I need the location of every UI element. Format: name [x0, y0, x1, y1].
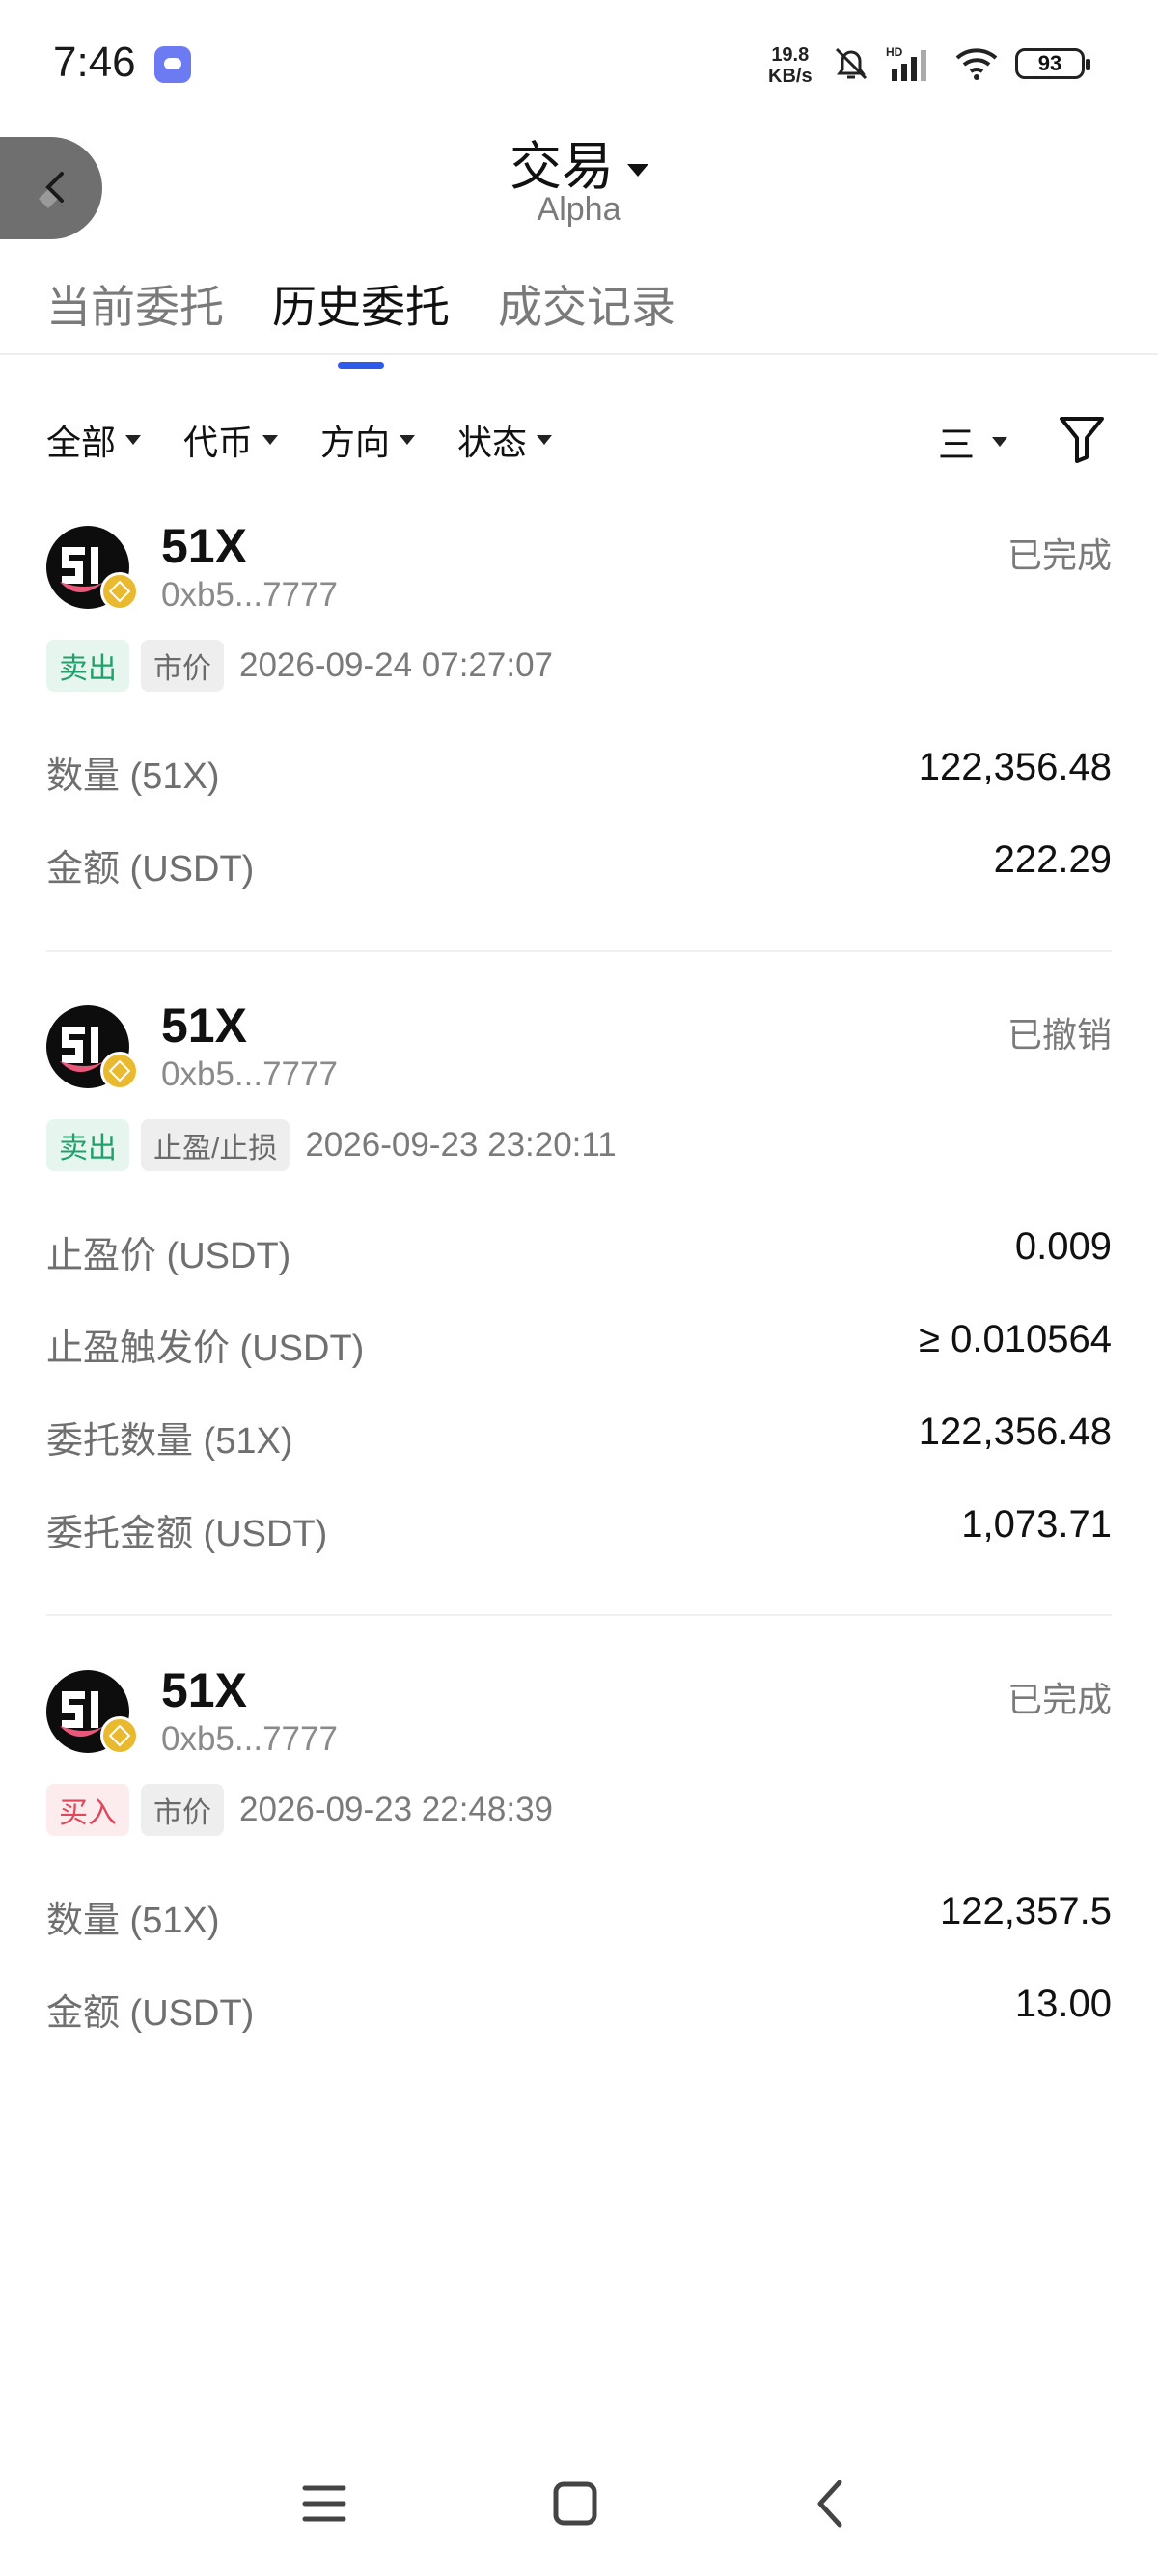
- status-icons: HD 93: [832, 44, 1090, 83]
- filter-label: 方向: [320, 423, 391, 462]
- caret-down-icon: [992, 436, 1008, 447]
- system-nav-bar: [0, 2465, 1158, 2542]
- order-tags: 卖出 市价 2026-09-24 07:27:07: [46, 640, 553, 692]
- side-tag: 卖出: [46, 1119, 129, 1171]
- detail-value: 13.00: [1014, 1983, 1112, 2025]
- page-title[interactable]: 交易: [0, 123, 1158, 200]
- mute-bell-icon: [835, 47, 868, 80]
- order-tags: 卖出 止盈/止损 2026-09-23 23:20:11: [46, 1119, 617, 1171]
- detail-row: 数量 (51X) 122,356.48: [46, 746, 1112, 799]
- token-address: 0xb5...7777: [161, 576, 338, 614]
- title-dropdown-icon: [627, 164, 648, 178]
- order-status: 已完成: [1006, 535, 1112, 575]
- token-name: 51X: [161, 999, 247, 1053]
- detail-row: 金额 (USDT) 222.29: [46, 838, 1112, 891]
- order-time: 2026-09-23 23:20:11: [305, 1126, 617, 1164]
- detail-label: 委托金额 (USDT): [46, 1514, 328, 1554]
- chain-badge-icon: [100, 1716, 139, 1755]
- svg-text:HD: HD: [886, 45, 903, 59]
- network-speed-unit: KB/s: [768, 66, 813, 87]
- caret-down-icon: [125, 435, 142, 445]
- filter-direction[interactable]: 方向: [320, 415, 416, 465]
- detail-label: 数量 (51X): [46, 1901, 220, 1941]
- detail-value: 1,073.71: [961, 1503, 1112, 1546]
- app-notification-icon: [154, 46, 191, 83]
- caret-down-icon: [262, 435, 279, 445]
- detail-value: 0.009: [1014, 1225, 1112, 1268]
- chain-badge-icon: [100, 1052, 139, 1090]
- detail-row: 金额 (USDT) 13.00: [46, 1983, 1112, 2036]
- side-tag: 买入: [46, 1784, 129, 1836]
- detail-row: 止盈价 (USDT) 0.009: [46, 1225, 1112, 1278]
- chain-badge-icon: [100, 572, 139, 611]
- filter-all[interactable]: 全部: [46, 415, 142, 465]
- detail-label: 止盈触发价 (USDT): [46, 1329, 365, 1369]
- filter-label: 全部: [46, 423, 117, 462]
- funnel-filter-icon[interactable]: [1058, 413, 1106, 465]
- sort-dropdown[interactable]: 三: [938, 415, 1008, 468]
- side-tag: 卖出: [46, 640, 129, 692]
- filter-token[interactable]: 代币: [183, 415, 279, 465]
- detail-value: 122,356.48: [918, 746, 1112, 788]
- filter-label: 代币: [183, 423, 254, 462]
- token-name: 51X: [161, 1663, 247, 1717]
- detail-value: 122,357.5: [940, 1890, 1112, 1932]
- token-name: 51X: [161, 519, 247, 573]
- home-icon[interactable]: [552, 2465, 598, 2542]
- detail-label: 金额 (USDT): [46, 1993, 255, 2034]
- detail-row: 委托金额 (USDT) 1,073.71: [46, 1503, 1112, 1556]
- filter-label: 状态: [457, 423, 528, 462]
- detail-value: 222.29: [993, 838, 1112, 881]
- order-time: 2026-09-24 07:27:07: [239, 646, 553, 684]
- detail-value: ≥ 0.010564: [919, 1318, 1112, 1360]
- network-speed-value: 19.8: [771, 44, 810, 66]
- order-status: 已撤销: [1006, 1015, 1112, 1055]
- token-address: 0xb5...7777: [161, 1720, 338, 1758]
- status-time: 7:46: [53, 39, 136, 86]
- detail-label: 委托数量 (51X): [46, 1421, 293, 1462]
- order-type-tag: 止盈/止损: [141, 1119, 290, 1171]
- order-card[interactable]: 51X 0xb5...7777 已完成 卖出 市价 2026-09-24 07:…: [46, 519, 1112, 931]
- order-type-tag: 市价: [141, 1784, 224, 1836]
- filter-status[interactable]: 状态: [457, 415, 553, 465]
- caret-down-icon: [537, 435, 553, 445]
- network-speed: 19.8 KB/s: [768, 44, 813, 87]
- order-status: 已完成: [1006, 1680, 1112, 1719]
- battery-icon: 93: [1015, 48, 1090, 79]
- detail-row: 数量 (51X) 122,357.5: [46, 1890, 1112, 1943]
- caret-down-icon: [400, 435, 416, 445]
- card-divider: [46, 1614, 1112, 1616]
- order-card[interactable]: 51X 0xb5...7777 已撤销 卖出 止盈/止损 2026-09-23 …: [46, 999, 1112, 1603]
- token-logo: [46, 1670, 139, 1755]
- detail-label: 金额 (USDT): [46, 849, 255, 890]
- card-divider: [46, 950, 1112, 952]
- token-logo: [46, 1005, 139, 1090]
- back-icon[interactable]: [807, 2465, 853, 2542]
- filter-bar: 全部 代币 方向 状态: [46, 415, 553, 465]
- order-tags: 买入 市价 2026-09-23 22:48:39: [46, 1784, 553, 1836]
- order-type-tag: 市价: [141, 640, 224, 692]
- sort-label: 三: [938, 425, 976, 466]
- wifi-icon: [955, 48, 998, 80]
- detail-label: 止盈价 (USDT): [46, 1236, 291, 1276]
- detail-row: 委托数量 (51X) 122,356.48: [46, 1411, 1112, 1464]
- token-logo: [46, 526, 139, 611]
- detail-row: 止盈触发价 (USDT) ≥ 0.010564: [46, 1318, 1112, 1371]
- token-address: 0xb5...7777: [161, 1055, 338, 1093]
- order-card[interactable]: 51X 0xb5...7777 已完成 买入 市价 2026-09-23 22:…: [46, 1663, 1112, 2075]
- detail-value: 122,356.48: [918, 1411, 1112, 1453]
- page-subtitle: Alpha: [537, 191, 621, 228]
- menu-icon[interactable]: [301, 2465, 347, 2542]
- detail-label: 数量 (51X): [46, 756, 220, 797]
- tabs-divider: [0, 353, 1158, 355]
- signal-icon: HD: [886, 45, 926, 81]
- order-time: 2026-09-23 22:48:39: [239, 1791, 553, 1828]
- page-title-text: 交易: [510, 138, 614, 196]
